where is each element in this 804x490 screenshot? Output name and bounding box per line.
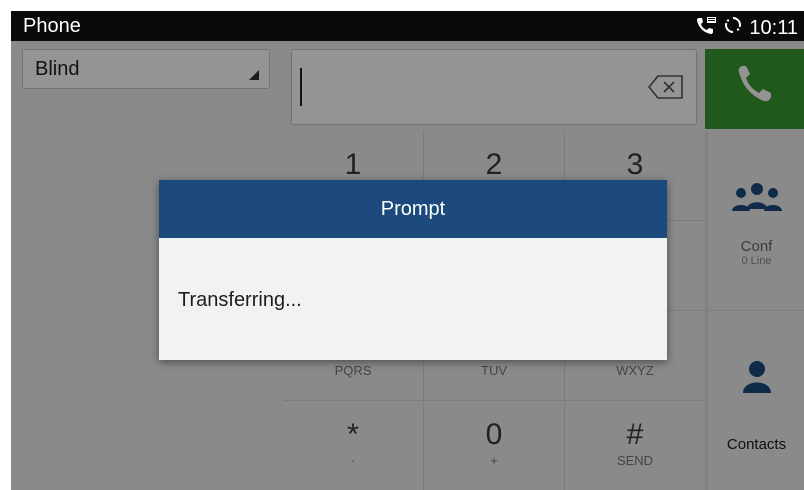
- status-bar: Phone 10:11: [11, 11, 804, 41]
- status-indicators: 10:11: [695, 15, 798, 41]
- call-forward-icon: [695, 15, 717, 41]
- dialog-title: Prompt: [159, 180, 667, 238]
- dialog-message: Transferring...: [178, 289, 302, 311]
- sync-icon: [723, 15, 743, 41]
- app-title: Phone: [23, 15, 81, 37]
- phone-screen: Phone 10:11 Blind 1 2 3 PQRS TUV WXYZ * …: [11, 11, 804, 490]
- clock: 10:11: [749, 16, 798, 39]
- prompt-dialog: Prompt Transferring...: [159, 180, 667, 360]
